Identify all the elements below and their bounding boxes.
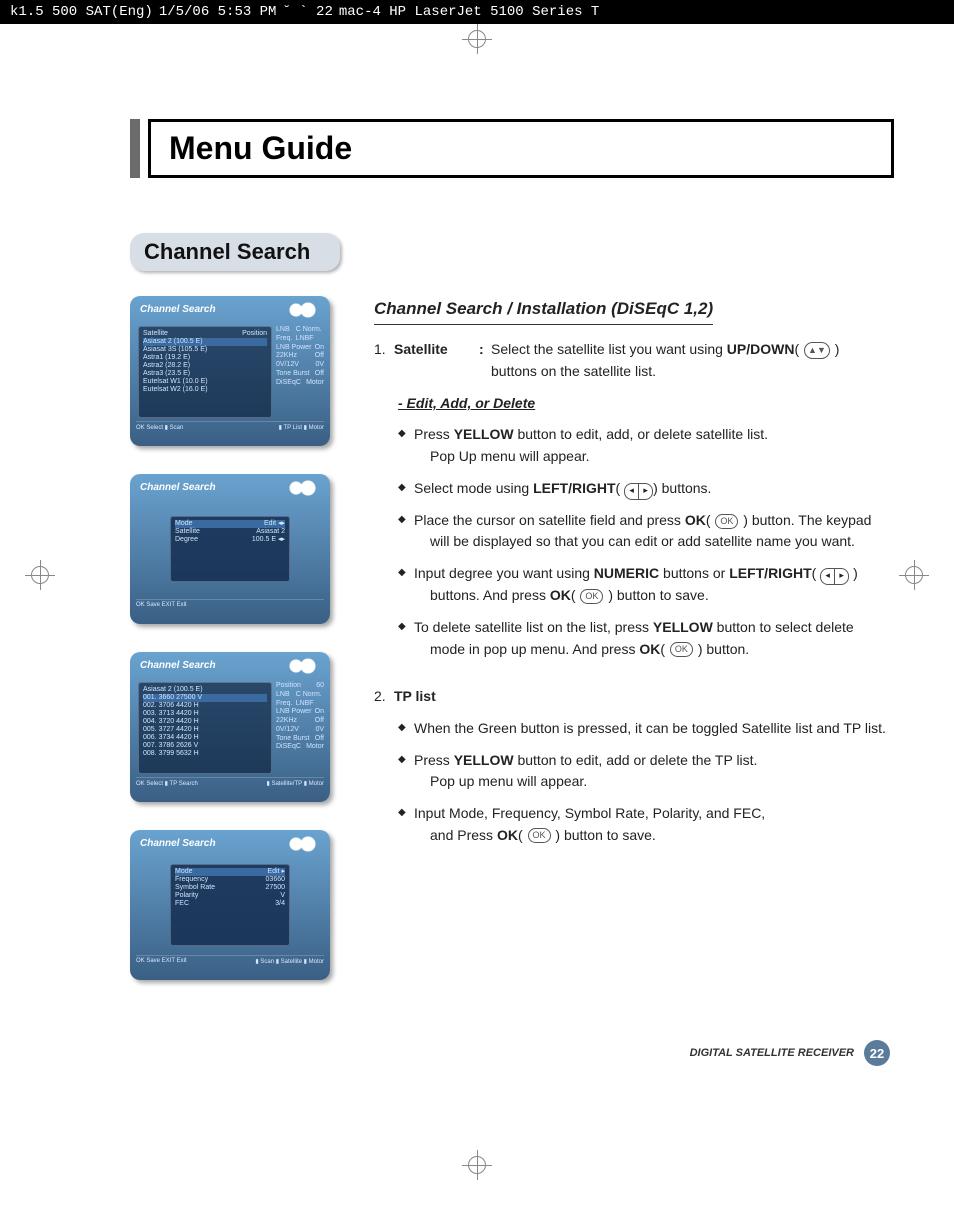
left-right-icon: ◂▸ [820, 568, 849, 585]
registration-mark-right [899, 560, 929, 590]
step-label-satellite: Satellite [394, 339, 479, 361]
job-name: k1.5 500 SAT(Eng) [10, 4, 153, 20]
job-date: 1/5/06 5:53 PM [159, 4, 277, 20]
menu-guide-heading: Menu Guide [130, 119, 894, 178]
page-number-badge: 22 [864, 1040, 890, 1066]
ok-icon: OK [715, 514, 738, 529]
page-marker: ˘ ` 22 [282, 4, 332, 20]
page-footer: DIGITAL SATELLITE RECEIVER 22 [130, 1040, 894, 1066]
print-job-header: k1.5 500 SAT(Eng) 1/5/06 5:53 PM ˘ ` 22 … [0, 0, 954, 24]
bullet-yellow-edit: Press YELLOW button to edit, add, or del… [398, 424, 894, 467]
thumb3-right: Position60LNB Freq.C Norm. LNBFLNB Power… [276, 682, 324, 774]
footer-label: DIGITAL SATELLITE RECEIVER [690, 1047, 854, 1059]
thumb2-popup: ModeEdit ◂▸SatelliteAsiasat 2Degree100.5… [170, 516, 290, 582]
thumb1-footer: OK Select ▮ Scan▮ TP List ▮ Motor [136, 421, 324, 442]
section-pill-channel-search: Channel Search [130, 233, 340, 271]
bullet-green-toggle: When the Green button is pressed, it can… [398, 718, 894, 740]
ok-icon: OK [670, 642, 693, 657]
bullet-input-degree: Input degree you want using NUMERIC butt… [398, 563, 894, 607]
thumb-title: Channel Search [140, 482, 216, 493]
printer-name: mac-4 HP LaserJet 5100 Series T [339, 4, 599, 20]
heading-bar-icon [130, 119, 140, 178]
thumb3-footer: OK Select ▮ TP Search▮ Satellite/TP ▮ Mo… [136, 777, 324, 798]
screenshot-edit-tp-popup: Channel Search ModeEdit ▸Frequency03660S… [130, 830, 330, 980]
thumb1-right: LNB Freq.C Norm. LNBFLNB PowerOn22KHzOff… [276, 326, 324, 418]
bullet-yellow-tp: Press YELLOW button to edit, add or dele… [398, 750, 894, 793]
bullet-select-mode: Select mode using LEFT/RIGHT( ◂▸) button… [398, 478, 894, 500]
subheading: Channel Search / Installation (DiSEqC 1,… [374, 296, 713, 325]
thumb3-table: Asiasat 2 (100.5 E)001. 3660 27500 V002.… [138, 682, 272, 774]
ok-icon: OK [580, 589, 603, 604]
thumb-title: Channel Search [140, 304, 216, 315]
satellite-line2: buttons on the satellite list. [491, 361, 894, 383]
body-text: Channel Search / Installation (DiSEqC 1,… [374, 296, 894, 980]
thumb1-table: SatellitePositionAsiasat 2 (100.5 E)Asia… [138, 326, 272, 418]
cloud-icon [284, 656, 324, 676]
bullet-keypad: Place the cursor on satellite field and … [398, 510, 894, 553]
cloud-icon [284, 300, 324, 320]
thumb-title: Channel Search [140, 838, 216, 849]
registration-mark-top [462, 24, 492, 54]
ok-icon: OK [528, 828, 551, 843]
screenshot-satellite-list: Channel Search SatellitePositionAsiasat … [130, 296, 330, 446]
cloud-icon [284, 478, 324, 498]
thumb2-footer: OK Save EXIT Exit [136, 599, 324, 620]
colon: : [479, 339, 491, 361]
thumb4-popup: ModeEdit ▸Frequency03660Symbol Rate27500… [170, 864, 290, 946]
screenshot-tp-list: Channel Search Asiasat 2 (100.5 E)001. 3… [130, 652, 330, 802]
thumb4-footer: OK Save EXIT Exit▮ Scan ▮ Satellite ▮ Mo… [136, 955, 324, 976]
bullet-delete: To delete satellite list on the list, pr… [398, 617, 894, 660]
thumb-title: Channel Search [140, 660, 216, 671]
step-label-tplist: TP list [394, 686, 436, 708]
step-number: 2. [374, 686, 394, 708]
edit-add-delete-heading: - Edit, Add, or Delete [398, 393, 894, 415]
bullet-input-tp: Input Mode, Frequency, Symbol Rate, Pola… [398, 803, 894, 846]
cloud-icon [284, 834, 324, 854]
up-down-icon: ▲▼ [804, 342, 830, 359]
registration-mark-left [25, 560, 55, 590]
menu-guide-title: Menu Guide [169, 130, 391, 167]
screenshot-edit-satellite-popup: Channel Search ModeEdit ◂▸SatelliteAsias… [130, 474, 330, 624]
left-right-icon: ◂▸ [624, 483, 653, 500]
step-number: 1. [374, 339, 394, 361]
registration-mark-bottom [462, 1150, 492, 1180]
